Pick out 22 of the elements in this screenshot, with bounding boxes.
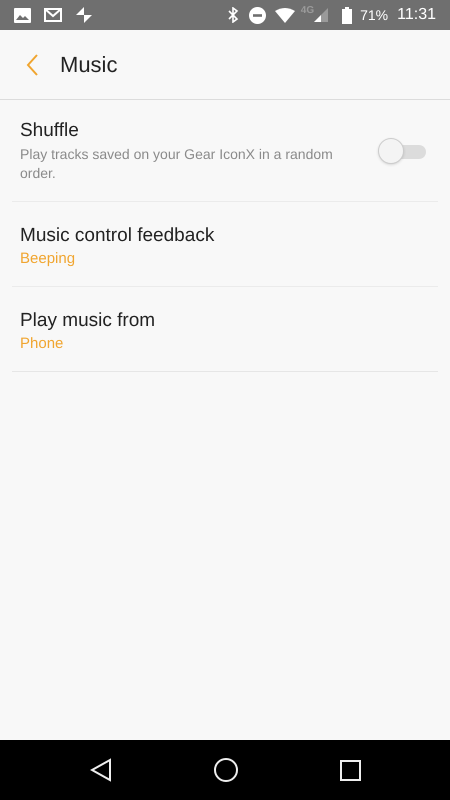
setting-row[interactable]: Music control feedback Beeping [12, 202, 438, 287]
image-icon [14, 8, 31, 22]
setting-value: Phone [20, 334, 64, 354]
recent-apps-icon[interactable] [340, 760, 360, 780]
battery-icon [342, 6, 352, 24]
toggle-switch[interactable] [378, 140, 426, 162]
page-title: Music [60, 51, 118, 79]
do-not-disturb-icon [248, 6, 266, 24]
wifi-icon [274, 8, 295, 22]
setting-value: Beeping [20, 249, 76, 269]
battery-percent: 71% [360, 6, 388, 24]
back-icon[interactable] [90, 758, 112, 782]
signal-icon [314, 8, 328, 22]
setting-title: Music control feedback [20, 224, 214, 248]
setting-description: Play tracks saved on your Gear IconX in a random order. [20, 145, 334, 183]
home-icon[interactable] [214, 758, 238, 782]
setting-row[interactable]: Play music from Phone [12, 287, 438, 372]
setting-title: Shuffle [20, 119, 80, 143]
clock: 11:31 [397, 5, 436, 25]
bluetooth-icon [226, 7, 239, 23]
setting-title: Play music from [20, 309, 156, 333]
mail-icon [44, 8, 62, 22]
